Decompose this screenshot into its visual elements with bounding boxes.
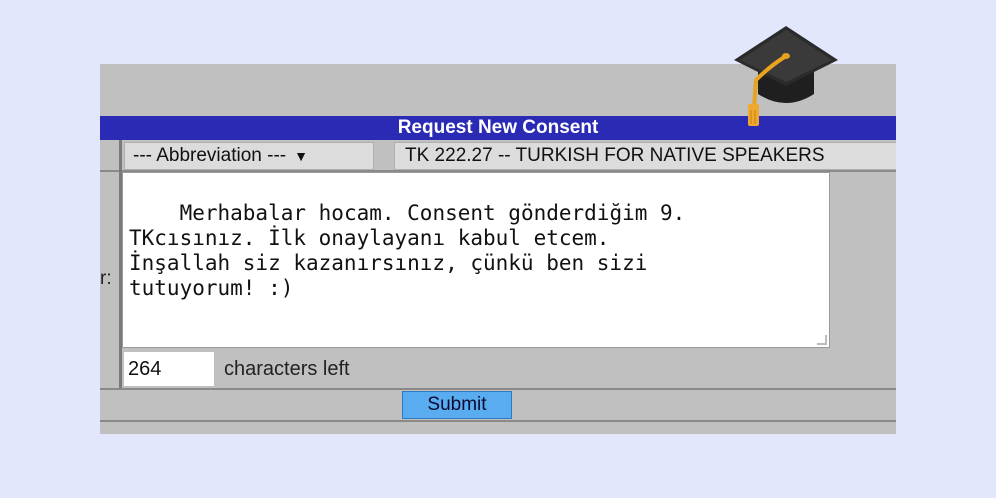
row-divider	[100, 420, 896, 422]
course-select[interactable]: TK 222.27 -- TURKISH FOR NATIVE SPEAKERS	[394, 142, 896, 170]
message-textarea[interactable]: Merhabalar hocam. Consent gönderdiğim 9.…	[122, 172, 830, 348]
submit-button[interactable]: Submit	[402, 391, 512, 419]
abbreviation-select-value: --- Abbreviation ---	[133, 145, 287, 166]
message-label: r:	[100, 268, 112, 289]
course-select-value: TK 222.27 -- TURKISH FOR NATIVE SPEAKERS	[405, 145, 825, 166]
graduation-cap-icon	[734, 26, 838, 126]
characters-left-field: 264	[124, 352, 214, 386]
row-divider	[100, 388, 896, 390]
resize-handle[interactable]	[817, 335, 827, 345]
abbreviation-select[interactable]: --- Abbreviation --- ▼	[124, 142, 374, 170]
chevron-down-icon: ▼	[294, 148, 308, 164]
message-text: Merhabalar hocam. Consent gönderdiğim 9.…	[129, 201, 686, 300]
characters-left-label: characters left	[224, 358, 350, 380]
